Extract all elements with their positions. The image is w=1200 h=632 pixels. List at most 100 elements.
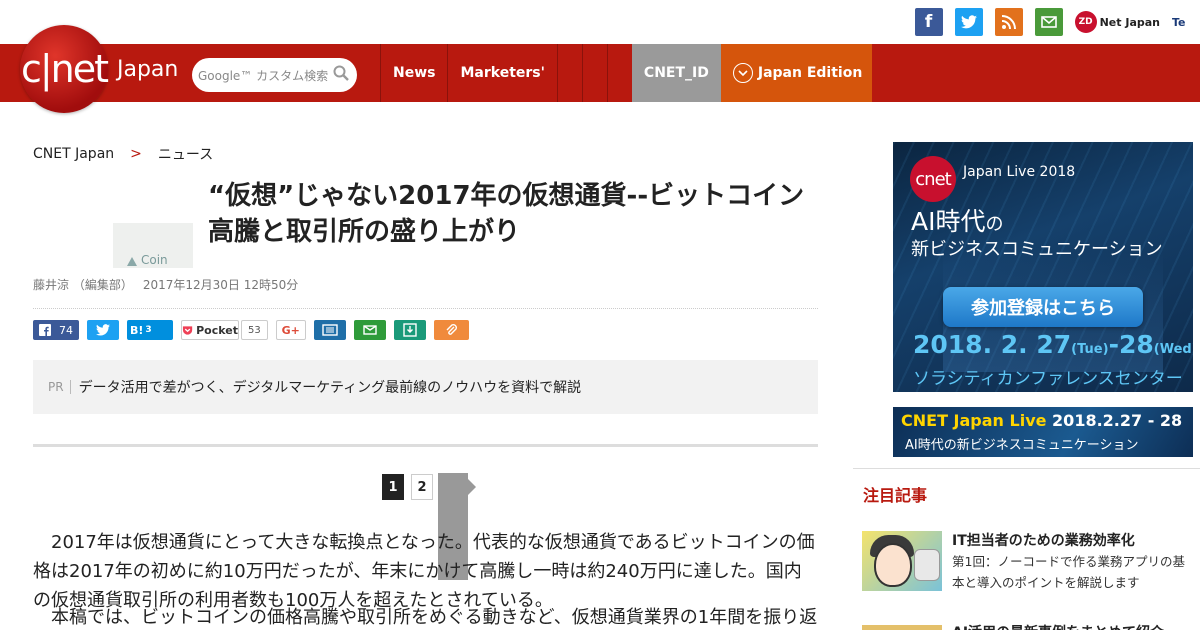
pocket-button[interactable]: Pocket [181,320,239,340]
divider [33,308,818,309]
cnet-logo: cnet [910,156,956,202]
featured-thumbnail[interactable] [862,625,942,630]
divider [33,444,818,447]
ad-event-name: Japan Live 2018 [963,164,1076,180]
chevron-down-icon [732,63,753,83]
ad-venue: ソラシティカンファレンスセンター [913,369,1183,389]
pocket-icon [182,325,193,335]
thumbnail-text: Coin [141,253,168,267]
ad-subline: 新ビジネスコミュニケーション [911,239,1163,260]
coin-logo-icon [127,257,137,266]
nav-news[interactable]: News [380,44,447,102]
twitter-share-button[interactable] [87,320,119,340]
event-ad-banner[interactable]: cnet Japan Live 2018 AI時代の 新ビジネスコミュニケーショ… [893,142,1193,392]
nav-spacer [581,44,607,102]
edition-selector[interactable]: Japan Edition [720,44,873,102]
envelope-icon [1040,16,1057,28]
page-1[interactable]: 1 [382,474,404,500]
facebook-share-count: 74 [59,323,73,337]
featured-thumbnail[interactable] [862,531,942,591]
twitter-icon [96,324,110,336]
rss-glyph-icon [1001,15,1016,30]
featured-title[interactable]: IT担当者のための業務効率化 [952,530,1135,550]
email-share-button[interactable] [353,320,386,340]
cnet-logo[interactable]: c|net [20,25,109,113]
clip-button[interactable] [433,320,469,340]
pagination: 1 2 [382,474,433,500]
nav-spacer [556,44,582,102]
facebook-share-button[interactable]: 74 [33,320,79,340]
ad-date-main: 2018. 2. 27 [913,330,1072,359]
divider [853,468,1200,469]
facebook-icon[interactable]: f [914,8,943,36]
event-ad-strip[interactable]: CNET Japan Live 2018.2.27 - 28 AI時代の新ビジネ… [893,407,1193,457]
breadcrumb-separator: > [130,146,142,162]
main-nav: News Marketers' CNET_ID Japan Edition [380,44,873,102]
cnet-id-button[interactable]: CNET_ID [631,44,721,102]
zdnet-link[interactable]: ZD Net Japan [1074,11,1160,33]
ad-strip-brand: CNET Japan Live [901,411,1053,430]
breadcrumb-current[interactable]: ニュース [158,144,213,164]
pocket-count: 53 [241,320,268,340]
logo-text: c|net [20,47,109,91]
search-icon[interactable] [331,65,351,85]
paperclip-icon [446,324,458,335]
chevron-glyph-icon [738,69,748,76]
robot-illustration [914,549,940,581]
publish-date: 2017年12月30日 12時50分 [142,278,299,292]
zdnet-label: Net Japan [1099,15,1160,29]
breadcrumb-home[interactable]: CNET Japan [33,146,114,162]
ad-date-tue: (Tue) [1071,342,1109,357]
social-bar: f ZD Net Japan Te [914,8,1200,36]
print-button[interactable] [313,320,346,340]
pr-banner[interactable]: PR データ活用で差がつく、デジタルマーケティング最前線のノウハウを資料で解説 [33,360,818,414]
mail-icon[interactable] [1034,8,1063,36]
ad-date: 2018. 2. 27(Tue)-28(Wed) [913,330,1193,359]
logo-region: Japan [117,57,179,82]
share-bar: 74 B! 3 Pocket 53 G+ [33,320,469,340]
page-2[interactable]: 2 [411,474,433,500]
article-thumbnail[interactable]: Coin [113,223,193,268]
magnifier-icon [333,65,349,81]
search-box[interactable]: Google™ カスタム検索 [192,58,357,92]
article-meta: 藤井涼 （編集部） 2017年12月30日 12時50分 [33,276,298,293]
paragraph: 2017年は仮想通貨にとって大きな転換点となった。代表的な仮想通貨であるビットコ… [33,532,815,611]
google-plus-button[interactable]: G+ [275,320,306,340]
featured-description: 第1回：ノーコードで作る業務アプリの基本と導入のポイントを解説します [952,554,1185,590]
author: 藤井涼 （編集部） [33,278,133,292]
arrow-right-icon [468,479,476,495]
ad-strip-date: 2018.2.27 - 28 [1052,411,1183,430]
rss-icon[interactable] [994,8,1023,36]
facebook-glyph: f [924,12,933,32]
twitter-bird-icon [960,15,977,29]
ad-strip-title: CNET Japan Live 2018.2.27 - 28 [901,411,1182,430]
ad-strip-subtitle: AI時代の新ビジネスコミュニケーション [905,438,1139,453]
breadcrumb: CNET Japan > ニュース [33,144,213,164]
hatena-label: B! [130,323,144,337]
facebook-icon [39,324,51,336]
ad-headline-main: AI時代 [911,207,986,236]
twitter-icon[interactable] [954,8,983,36]
featured-title[interactable]: AI活用の最新事例をまとめて紹介 [952,622,1164,630]
ad-date-to: -28 [1108,330,1154,359]
ad-date-wed: (Wed) [1153,342,1193,357]
nav-marketers[interactable]: Marketers' [447,44,556,102]
edition-label: Japan Edition [757,65,863,81]
paragraph: 本稿では、ビットコインの価格高騰や取引所をめぐる動きなど、仮想通貨業界の1年間を… [50,607,818,628]
hatena-bookmark-button[interactable]: B! 3 [127,320,173,340]
ad-headline-particle: の [985,214,1004,235]
character-illustration [874,543,912,587]
download-icon [403,323,417,337]
pocket-label: Pocket [196,323,238,337]
pr-text[interactable]: データ活用で差がつく、デジタルマーケティング最前線のノウハウを資料で解説 [79,377,582,397]
zdnet-logo-icon: ZD [1074,11,1097,33]
register-button[interactable]: 参加登録はこちら [943,287,1143,327]
article-title: “仮想”じゃない2017年の仮想通貨--ビットコイン高騰と取引所の盛り上がり [208,181,805,247]
save-button[interactable] [393,320,426,340]
pr-tag: PR [48,380,71,394]
techrepublic-label: Te [1172,15,1186,29]
techrepublic-link[interactable]: Te [1172,16,1200,29]
mail-icon [363,325,377,335]
nav-spacer [606,44,632,102]
search-input[interactable]: Google™ カスタム検索 [198,67,331,84]
